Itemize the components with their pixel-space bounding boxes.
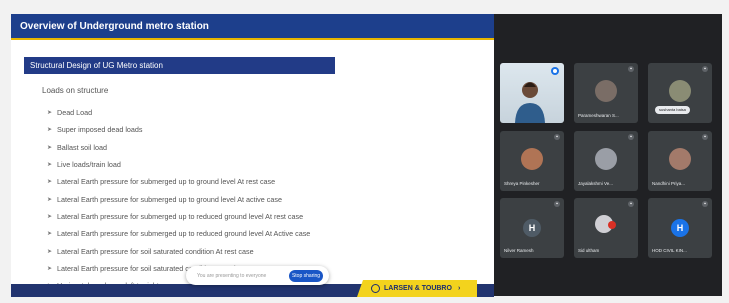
list-item: ➤ Live loads/train load (47, 160, 121, 170)
mic-icon: ▪ (628, 201, 634, 207)
mic-off-icon (608, 221, 616, 229)
participant-name: sushanta baisa (655, 106, 690, 114)
slide-title: Overview of Underground metro station (11, 14, 494, 40)
mic-icon: ▪ (554, 201, 560, 207)
chevron-right-icon: › (457, 285, 461, 292)
bullet-icon: ➤ (47, 127, 53, 134)
list-item: ➤ Dead Load (47, 108, 93, 118)
shared-slide: Overview of Underground metro station St… (11, 14, 494, 297)
avatar (669, 148, 691, 170)
avatar (595, 80, 617, 102)
participant-name: HOD CIVIL KIN... (652, 248, 687, 253)
participant-tile[interactable]: ▪ H HOD CIVIL KIN... (648, 198, 712, 258)
stop-sharing-button[interactable]: Stop sharing (289, 270, 323, 282)
mic-icon: ▪ (702, 66, 708, 72)
participant-tile[interactable]: ▪ Nandhini Priya... (648, 131, 712, 191)
avatar (595, 148, 617, 170)
outer-frame-bottom (0, 296, 729, 303)
participant-name: Parameshwaran S... (578, 113, 619, 118)
subheading: Loads on structure (42, 86, 109, 95)
list-item: ➤ Super imposed dead loads (47, 125, 143, 135)
mic-icon: ▪ (628, 66, 634, 72)
mic-icon: ▪ (628, 134, 634, 140)
participant-name: Sid ultham (578, 248, 600, 253)
mic-icon: ▪ (702, 134, 708, 140)
section-title: Structural Design of UG Metro station (24, 57, 335, 74)
presenting-text: You are presenting to everyone (197, 272, 267, 279)
bullet-icon: ➤ (47, 110, 53, 117)
list-item: ➤ Lateral Earth pressure for submerged up… (47, 211, 304, 221)
participant-video-person (515, 82, 545, 123)
bullet-icon: ➤ (47, 248, 53, 255)
bullet-icon: ➤ (47, 162, 53, 169)
mic-icon: ▪ (702, 201, 708, 207)
bullet-icon: ➤ (47, 231, 53, 238)
outer-frame-left (0, 0, 11, 303)
participant-tile-video[interactable] (500, 63, 564, 123)
participant-tile[interactable]: ▪ Jayalakshmi Ve... (574, 131, 638, 191)
avatar: H (523, 219, 541, 237)
logo-icon (371, 284, 380, 293)
participant-tile[interactable]: ▪ H Nilver Ramesh (500, 198, 564, 258)
list-item: ➤ Lateral Earth pressure for submerged up… (47, 194, 282, 204)
avatar (521, 148, 543, 170)
list-item: ➤ Lateral Earth pressure for submerged up… (47, 229, 311, 239)
participant-tile[interactable]: ▪ Parameshwaran S... (574, 63, 638, 123)
participant-name: Nandhini Priya... (652, 181, 686, 186)
bullet-icon: ➤ (47, 265, 53, 272)
participant-name: Nilver Ramesh (504, 248, 534, 253)
list-item: ➤ Lateral Earth pressure for submerged up… (47, 177, 276, 187)
outer-frame-right (722, 0, 729, 303)
participant-tile[interactable]: ▪ sushanta baisa (648, 63, 712, 123)
bullet-icon: ➤ (47, 196, 53, 203)
presenting-banner: You are presenting to everyone Stop shar… (186, 266, 329, 285)
avatar (669, 80, 691, 102)
participant-tile[interactable]: ▪ Sid ultham (574, 198, 638, 258)
outer-frame-top (0, 0, 729, 14)
bullet-icon: ➤ (47, 213, 53, 220)
list-item: ➤ Lateral Earth pressure for soil saturat… (47, 246, 254, 256)
bullet-icon: ➤ (47, 144, 53, 151)
logo-text: LARSEN & TOUBRO (384, 285, 452, 292)
participant-name: Shreya Pinkesher (504, 181, 540, 186)
list-item: ➤ Ballast soil load (47, 142, 107, 152)
avatar: H (671, 219, 689, 237)
mic-icon: ▪ (554, 134, 560, 140)
participant-name: Jayalakshmi Ve... (578, 181, 614, 186)
camera-icon[interactable] (551, 67, 559, 75)
participant-tile[interactable]: ▪ Shreya Pinkesher (500, 131, 564, 191)
company-logo: LARSEN & TOUBRO › (357, 280, 477, 297)
bullet-icon: ➤ (47, 179, 53, 186)
